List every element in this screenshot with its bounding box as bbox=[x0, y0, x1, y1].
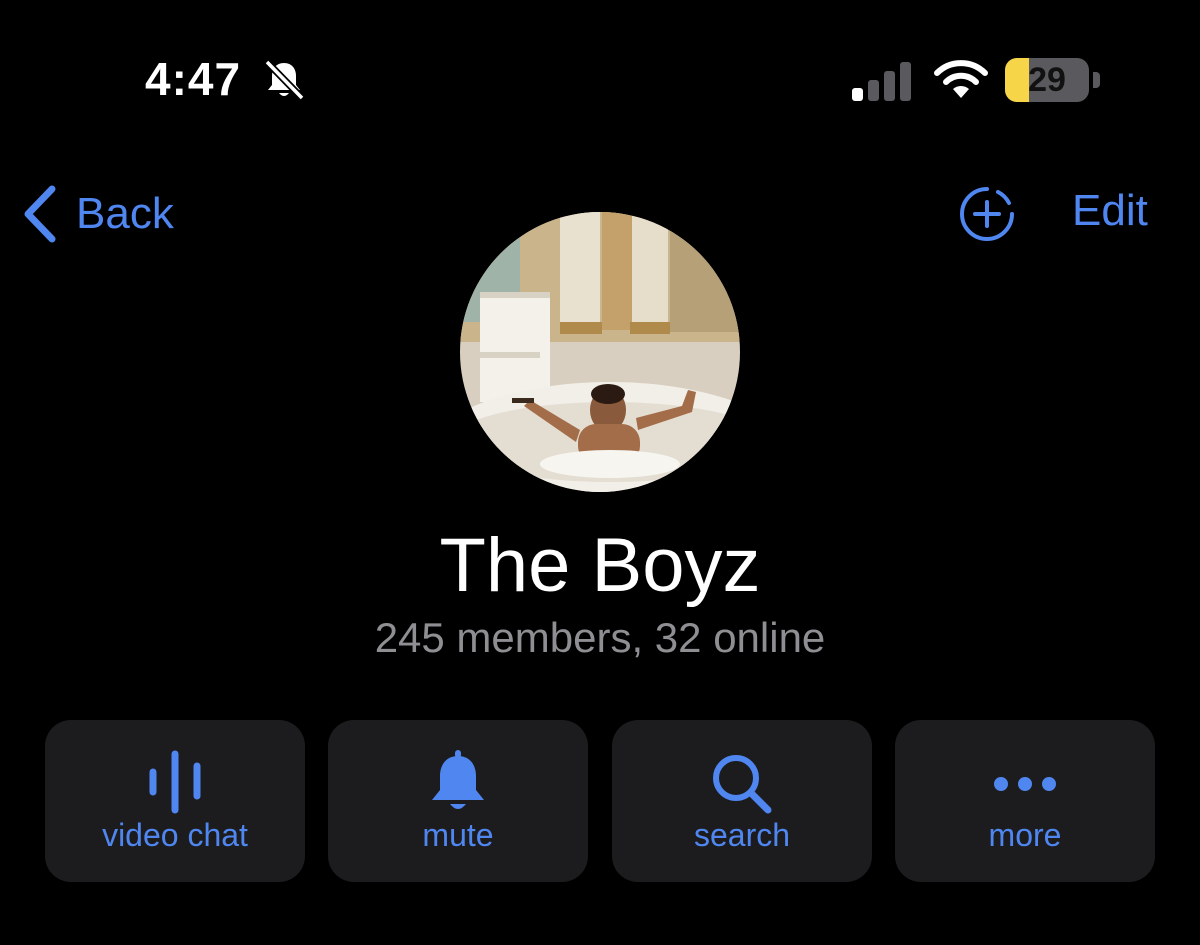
bell-slash-icon bbox=[264, 59, 305, 101]
wifi-icon bbox=[934, 60, 988, 98]
cellular-signal-icon bbox=[852, 62, 911, 101]
search-button[interactable]: search bbox=[612, 720, 872, 882]
search-icon bbox=[713, 755, 772, 814]
battery-percent: 29 bbox=[1028, 61, 1066, 99]
group-avatar-photo bbox=[460, 212, 740, 492]
more-label: more bbox=[988, 817, 1062, 853]
video-chat-label: video chat bbox=[102, 817, 248, 853]
edit-button[interactable]: Edit bbox=[1072, 186, 1148, 236]
status-time: 4:47 bbox=[145, 53, 242, 105]
battery-tip bbox=[1093, 72, 1100, 88]
more-button[interactable]: more bbox=[895, 720, 1155, 882]
group-name: The Boyz bbox=[439, 523, 761, 608]
voice-chat-icon bbox=[149, 750, 201, 814]
bell-icon bbox=[432, 750, 484, 809]
back-button[interactable]: Back bbox=[20, 182, 174, 246]
battery-indicator: 29 bbox=[1005, 58, 1101, 104]
back-label: Back bbox=[76, 189, 174, 238]
battery-icon: 29 bbox=[1005, 58, 1089, 102]
group-avatar[interactable] bbox=[460, 212, 740, 492]
group-member-count: 245 members, 32 online bbox=[374, 614, 826, 661]
more-icon bbox=[994, 777, 1056, 791]
group-info-screen: 4:47 29 Back Edit The Boyz 245 members, … bbox=[0, 0, 1200, 945]
mute-button[interactable]: mute bbox=[328, 720, 588, 882]
add-story-icon[interactable] bbox=[958, 185, 1016, 243]
mute-label: mute bbox=[422, 817, 494, 853]
chevron-left-icon bbox=[24, 185, 56, 243]
search-label: search bbox=[693, 817, 791, 853]
video-chat-button[interactable]: video chat bbox=[45, 720, 305, 882]
action-bar: video chat mute search more bbox=[45, 720, 1155, 882]
